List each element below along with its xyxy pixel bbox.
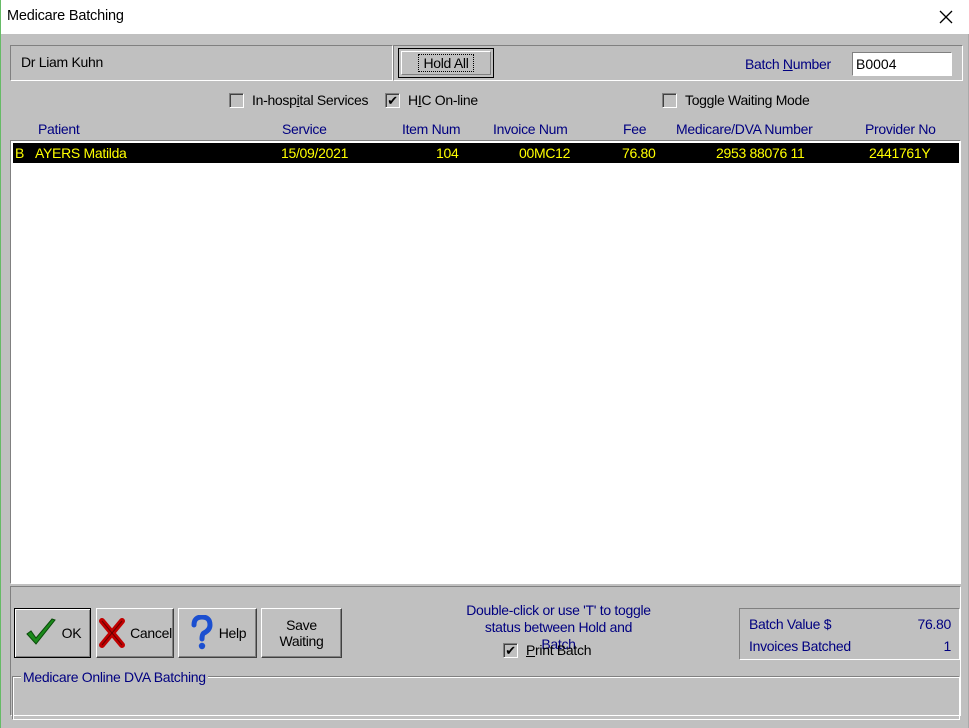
batch-value-label: Batch Value $ — [749, 616, 832, 632]
doctor-name: Dr Liam Kuhn — [21, 54, 103, 70]
batch-summary: Batch Value $ 76.80 Invoices Batched 1 — [739, 608, 960, 660]
close-button[interactable] — [923, 0, 969, 34]
in-hospital-label: In-hospital Services — [252, 92, 369, 108]
print-batch-checkbox-box[interactable]: ✔ — [503, 642, 518, 658]
row-fee: 76.80 — [622, 145, 656, 161]
hic-online-checkbox-box[interactable]: ✔ — [385, 92, 400, 108]
toggle-waiting-checkbox-box[interactable] — [662, 92, 677, 108]
hold-all-button[interactable]: Hold All — [398, 48, 494, 78]
column-header-item-num[interactable]: Item Num — [402, 121, 461, 137]
column-header-medicare-number[interactable]: Medicare/DVA Number — [676, 121, 813, 137]
window-title: Medicare Batching — [7, 8, 124, 24]
row-provider-no: 2441761Y — [869, 145, 931, 161]
ok-label: OK — [61, 625, 82, 641]
doctor-panel: Dr Liam Kuhn — [10, 45, 393, 81]
column-header-fee[interactable]: Fee — [623, 121, 647, 137]
save-waiting-label-line1: Save — [286, 617, 317, 633]
batch-list[interactable]: B AYERS Matilda 15/09/2021 104 00MC12 76… — [10, 140, 961, 584]
toggle-waiting-label: Toggle Waiting Mode — [685, 92, 810, 108]
column-header-invoice-num[interactable]: Invoice Num — [493, 121, 568, 137]
invoices-batched-count: 1 — [943, 638, 952, 654]
column-header-provider-no[interactable]: Provider No — [865, 121, 936, 137]
hold-all-label: Hold All — [418, 54, 474, 72]
row-item-num: 104 — [436, 145, 459, 161]
cross-icon — [99, 618, 126, 648]
print-batch-checkbox[interactable]: ✔ Print Batch — [503, 642, 591, 658]
row-medicare-number: 2953 88076 11 — [716, 145, 805, 161]
table-row[interactable]: B AYERS Matilda 15/09/2021 104 00MC12 76… — [13, 143, 959, 163]
checkmark-icon — [25, 618, 56, 645]
print-batch-label: Print Batch — [526, 642, 592, 658]
batch-number-input[interactable] — [852, 52, 952, 76]
cancel-label: Cancel — [130, 625, 172, 641]
help-button[interactable]: Help — [178, 608, 257, 658]
column-header-patient[interactable]: Patient — [38, 121, 80, 137]
batch-number-label: Batch Number — [745, 56, 831, 72]
hic-online-label: HIC On-line — [408, 92, 478, 108]
batch-value: 76.80 — [917, 616, 951, 632]
status-group: Medicare Online DVA Batching — [12, 669, 960, 720]
toggle-waiting-checkbox[interactable]: Toggle Waiting Mode — [662, 92, 810, 108]
cancel-button[interactable]: Cancel — [96, 608, 174, 658]
row-service: 15/09/2021 — [281, 145, 349, 161]
question-mark-icon — [191, 615, 213, 650]
invoices-batched-label: Invoices Batched — [749, 638, 851, 654]
in-hospital-checkbox[interactable]: In-hospital Services — [229, 92, 368, 108]
title-bar: Medicare Batching — [0, 0, 969, 34]
column-header-service[interactable]: Service — [282, 121, 327, 137]
hic-online-checkbox[interactable]: ✔ HIC On-line — [385, 92, 478, 108]
ok-button[interactable]: OK — [14, 608, 91, 658]
row-status: B — [15, 145, 25, 161]
help-label: Help — [218, 625, 247, 641]
dialog-body: Dr Liam Kuhn Hold All Batch Number In-ho… — [0, 34, 969, 728]
hint-line-1: Double-click or use 'T' to toggle — [466, 602, 651, 618]
status-group-label: Medicare Online DVA Batching — [21, 669, 208, 685]
save-waiting-button[interactable]: Save Waiting — [261, 608, 342, 658]
in-hospital-checkbox-box[interactable] — [229, 92, 244, 108]
save-waiting-label-line2: Waiting — [279, 633, 324, 649]
row-invoice-num: 00MC12 — [519, 145, 571, 161]
close-icon — [939, 10, 953, 24]
row-patient: AYERS Matilda — [35, 145, 127, 161]
